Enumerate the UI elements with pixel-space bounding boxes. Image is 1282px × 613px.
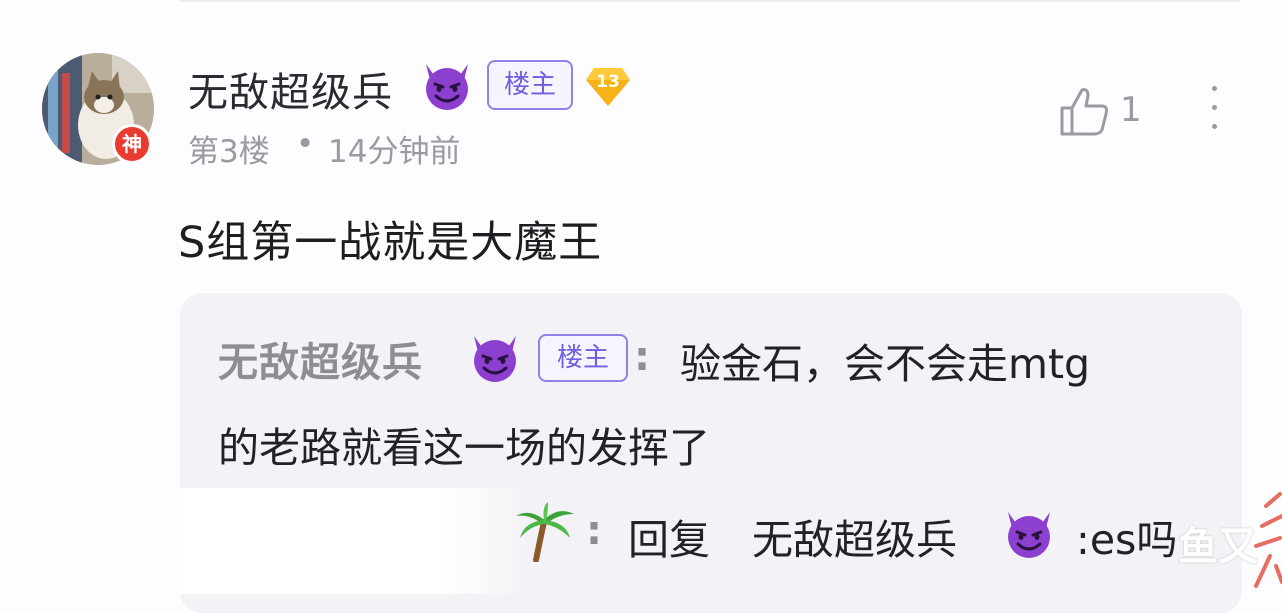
meta-separator: • xyxy=(296,126,315,162)
quote-text-line-1: 验金石，会不会走mtg xyxy=(680,340,1091,388)
smiling-devil-emoji-icon xyxy=(474,336,516,382)
post-time: 14分钟前 xyxy=(328,134,461,170)
comment-content: S组第一战就是大魔王 xyxy=(178,218,603,268)
quote-username[interactable]: 无敌超级兵 xyxy=(218,330,423,388)
redacted-username xyxy=(180,488,530,594)
like-count: 1 xyxy=(1120,90,1142,130)
level-number: 13 xyxy=(596,72,620,92)
reply-colon: : xyxy=(586,508,602,554)
thumbs-up-icon[interactable] xyxy=(1058,84,1112,138)
top-divider xyxy=(180,0,1240,2)
level-badge: 13 xyxy=(584,64,632,108)
avatar-rank-badge: 神 xyxy=(112,124,152,164)
smiling-devil-emoji-icon xyxy=(426,64,468,110)
more-vertical-icon[interactable] xyxy=(1204,86,1224,136)
palm-tree-emoji-icon xyxy=(516,502,574,562)
quote-colon: : xyxy=(634,334,650,380)
floor-number: 第3楼 xyxy=(188,134,270,170)
red-stamp-mark xyxy=(1254,492,1282,588)
reply-verb: 回复 xyxy=(628,516,710,564)
smiling-devil-emoji-icon xyxy=(1008,512,1050,558)
reply-target-username[interactable]: 无敌超级兵 xyxy=(752,506,957,566)
owner-badge: 楼主 xyxy=(487,60,573,110)
reply-text: :es吗 xyxy=(1076,516,1178,564)
quote-owner-badge: 楼主 xyxy=(538,334,628,382)
username[interactable]: 无敌超级兵 xyxy=(188,60,393,118)
quote-text-line-2: 的老路就看这一场的发挥了 xyxy=(218,424,710,472)
